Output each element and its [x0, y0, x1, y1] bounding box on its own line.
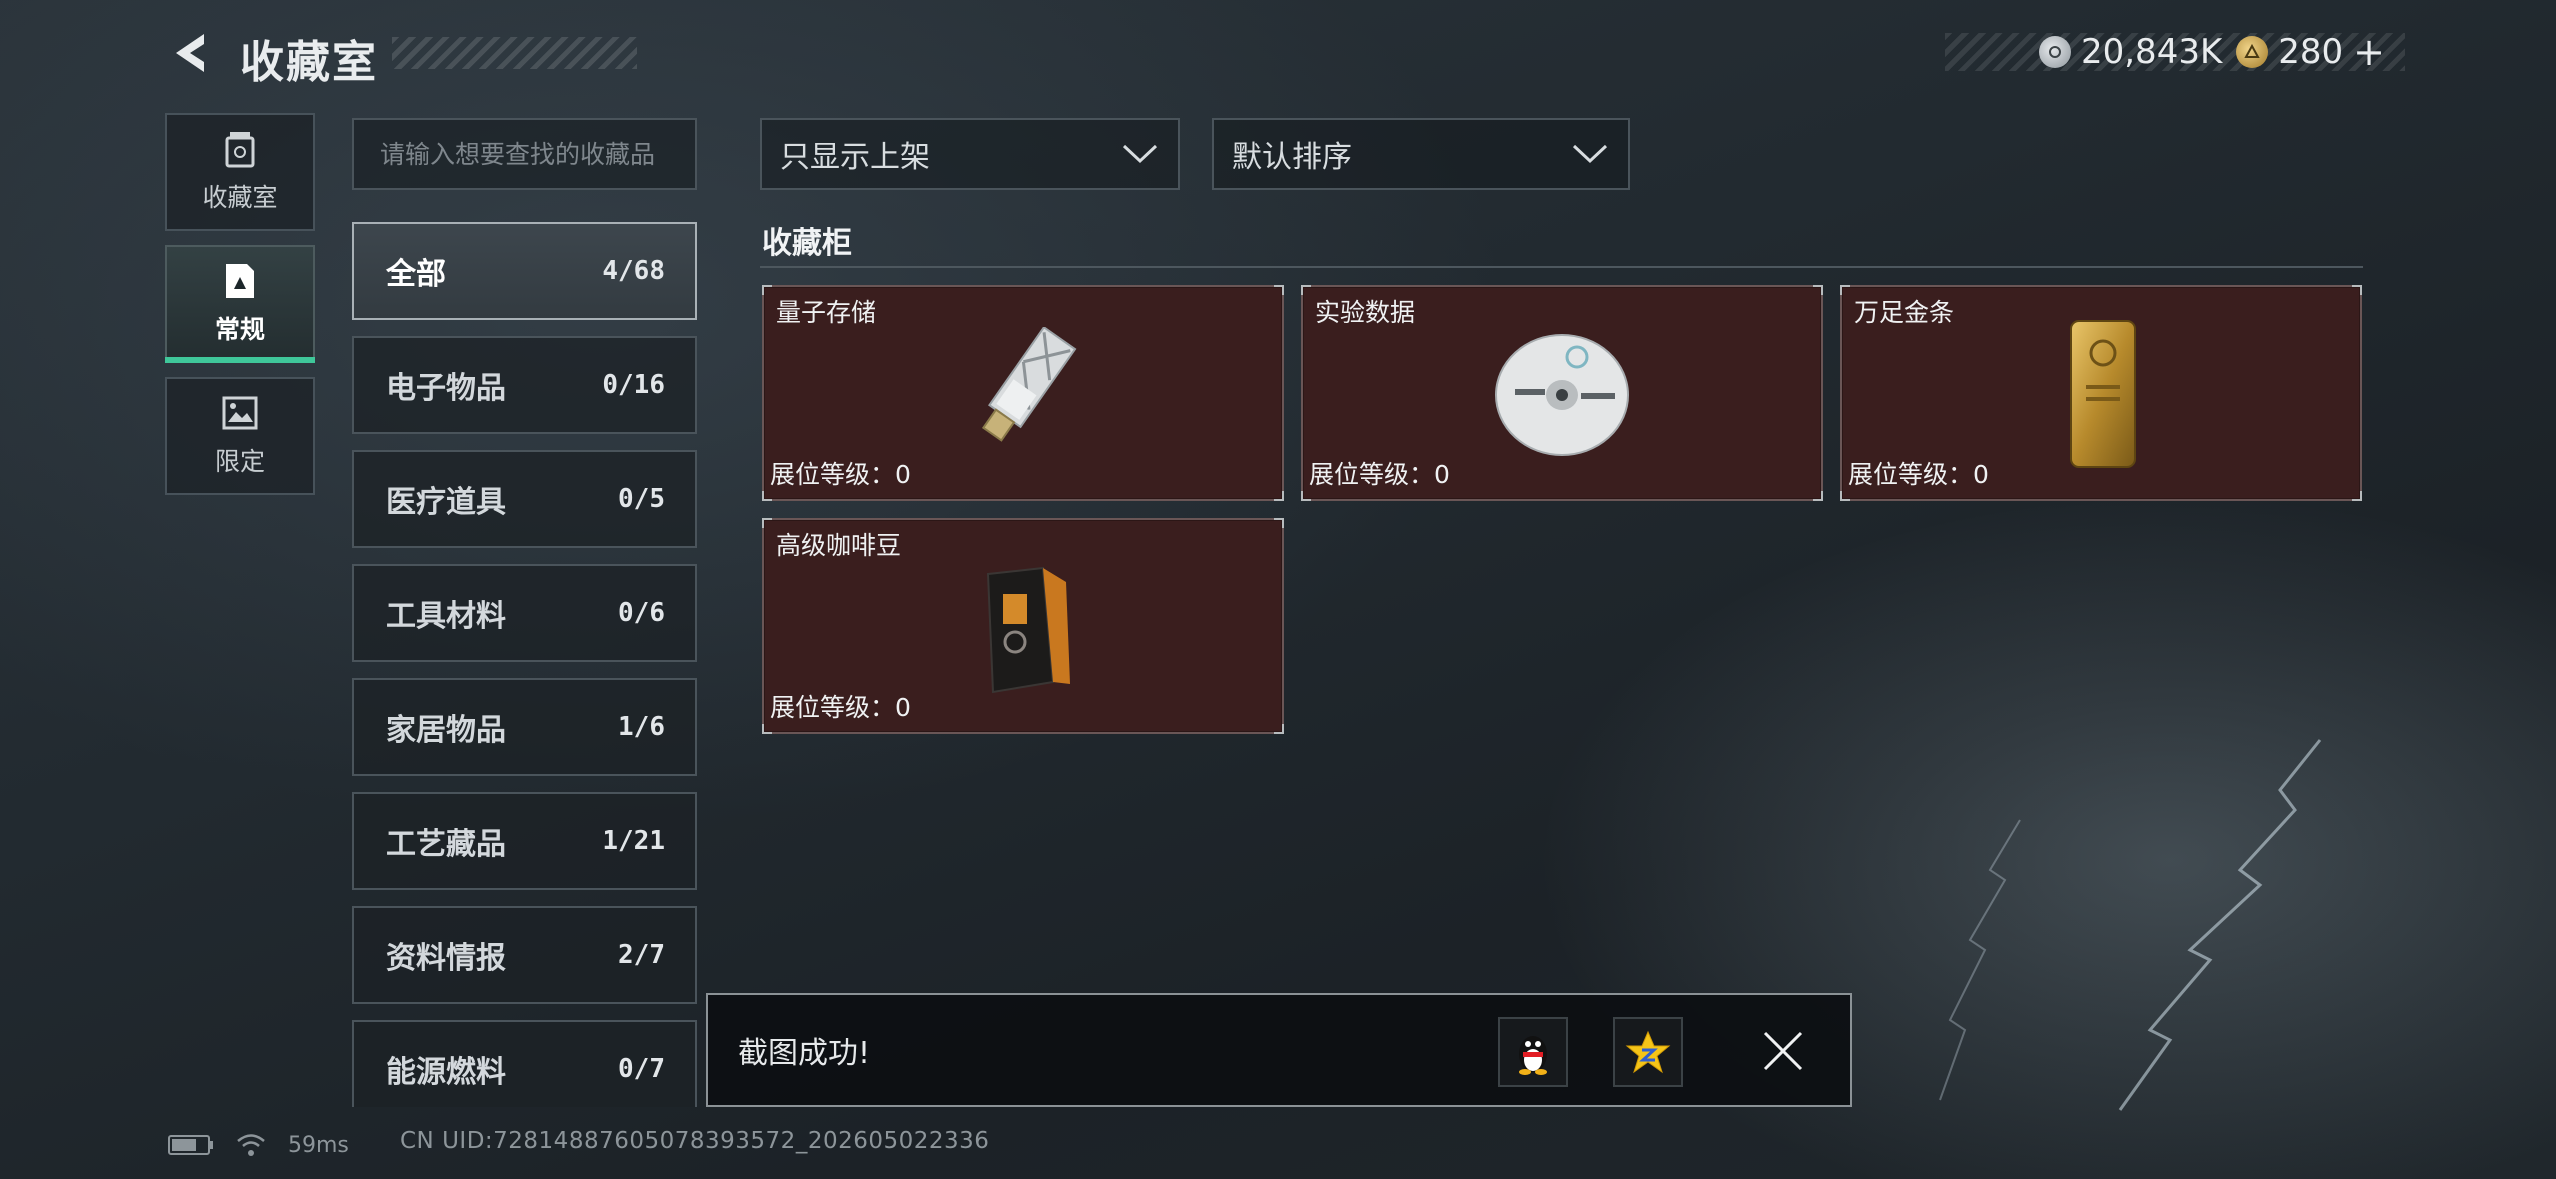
level-label: 展位等级：	[770, 693, 896, 722]
level-value: 0	[1434, 460, 1450, 489]
category-label: 电子物品	[386, 371, 506, 406]
category-label: 医疗道具	[386, 485, 506, 520]
coffee-bag-icon	[986, 566, 1070, 694]
item-level: 展位等级：0	[1848, 455, 1989, 491]
toast-message: 截图成功!	[738, 1036, 871, 1071]
tab-collection-room[interactable]: 收藏室	[165, 113, 315, 231]
silver-coin-icon	[2038, 36, 2071, 68]
category-crafts[interactable]: 工艺藏品 1/21	[352, 792, 697, 890]
item-card[interactable]: 实验数据 展位等级：0	[1301, 285, 1823, 501]
category-medical[interactable]: 医疗道具 0/5	[352, 450, 697, 548]
gold-coin-icon	[2236, 36, 2269, 68]
sort-dropdown[interactable]: 默认排序	[1212, 118, 1630, 190]
wifi-icon	[237, 1134, 265, 1156]
chevron-down-icon	[1122, 144, 1158, 164]
item-level: 展位等级：0	[1309, 455, 1450, 491]
category-all[interactable]: 全部 4/68	[352, 222, 697, 320]
category-tools[interactable]: 工具材料 0/6	[352, 564, 697, 662]
page-title: 收藏室	[240, 37, 378, 88]
search-input[interactable]	[380, 139, 695, 169]
category-list[interactable]: 全部 4/68 电子物品 0/16 医疗道具 0/5 工具材料 0/6 家居物品…	[352, 222, 697, 1107]
silver-currency: 20,843K	[2038, 32, 2223, 72]
chevron-down-icon	[1572, 144, 1608, 164]
category-count: 0/5	[618, 484, 665, 514]
level-value: 0	[895, 693, 911, 722]
dropdown-value: 默认排序	[1232, 140, 1352, 175]
active-tab-indicator	[165, 357, 315, 363]
share-qzone-button[interactable]	[1613, 1017, 1683, 1087]
item-card[interactable]: 万足金条 展位等级：0	[1840, 285, 2362, 501]
ping-value: 59ms	[288, 1132, 349, 1158]
trash-can-icon	[221, 130, 259, 168]
tab-regular[interactable]: 常规	[165, 245, 315, 363]
level-label: 展位等级：	[1309, 460, 1435, 489]
category-count: 1/6	[618, 712, 665, 742]
category-label: 资料情报	[386, 941, 506, 976]
section-divider	[760, 266, 2363, 268]
category-count: 1/21	[602, 826, 665, 856]
item-name: 实验数据	[1315, 298, 1416, 327]
category-count: 0/16	[602, 370, 665, 400]
category-count: 2/7	[618, 940, 665, 970]
level-label: 展位等级：	[1848, 460, 1974, 489]
title-decoration	[392, 37, 637, 69]
back-button[interactable]	[165, 28, 215, 78]
item-name: 万足金条	[1854, 298, 1955, 327]
item-card[interactable]: 高级咖啡豆 展位等级：0	[762, 518, 1284, 734]
category-count: 0/7	[618, 1054, 665, 1084]
gold-bar-icon	[2070, 320, 2136, 468]
category-label: 全部	[386, 257, 446, 292]
screenshot-toast: 截图成功!	[706, 993, 1852, 1107]
tab-limited[interactable]: 限定	[165, 377, 315, 495]
category-label: 工艺藏品	[386, 827, 506, 862]
search-box[interactable]	[352, 118, 697, 190]
category-label: 能源燃料	[386, 1055, 506, 1090]
battery-icon	[168, 1135, 213, 1155]
qzone-star-icon	[1625, 1030, 1671, 1074]
back-arrow-icon	[176, 34, 204, 72]
level-label: 展位等级：	[770, 460, 896, 489]
category-count: 4/68	[602, 256, 665, 286]
item-name: 高级咖啡豆	[776, 531, 902, 560]
category-count: 0/6	[618, 598, 665, 628]
item-name: 量子存储	[776, 298, 877, 327]
category-label: 家居物品	[386, 713, 506, 748]
user-uid: CN UID:72814887605078393572_202605022336	[400, 1128, 990, 1154]
section-title: 收藏柜	[762, 226, 852, 261]
tab-label: 常规	[214, 315, 265, 344]
status-bar: 59ms	[168, 1127, 349, 1163]
category-energy[interactable]: 能源燃料 0/7	[352, 1020, 697, 1107]
item-level: 展位等级：0	[770, 688, 911, 724]
category-intel[interactable]: 资料情报 2/7	[352, 906, 697, 1004]
tab-label: 限定	[214, 447, 265, 476]
close-toast-button[interactable]	[1754, 1022, 1812, 1080]
silver-amount: 20,843K	[2080, 32, 2223, 72]
item-card[interactable]: 量子存储 展位等级：0	[762, 285, 1284, 501]
category-label: 工具材料	[386, 599, 506, 634]
level-value: 0	[1973, 460, 1989, 489]
gold-currency[interactable]: 280 +	[2236, 30, 2385, 74]
currency-bar: 20,843K 280 +	[1945, 30, 2405, 74]
category-household[interactable]: 家居物品 1/6	[352, 678, 697, 776]
add-currency-icon[interactable]: +	[2353, 30, 2385, 74]
dropdown-value: 只显示上架	[780, 140, 930, 175]
image-icon	[221, 394, 259, 432]
usb-drive-icon	[981, 327, 1077, 442]
close-icon	[1763, 1031, 1803, 1071]
shelf-filter-dropdown[interactable]: 只显示上架	[760, 118, 1180, 190]
tab-label: 收藏室	[202, 183, 278, 212]
document-icon	[221, 262, 259, 300]
level-value: 0	[895, 460, 911, 489]
qq-penguin-icon	[1519, 1036, 1547, 1075]
gold-amount: 280	[2278, 32, 2344, 72]
item-level: 展位等级：0	[770, 455, 911, 491]
share-qq-button[interactable]	[1498, 1017, 1568, 1087]
disc-icon	[1495, 334, 1629, 456]
category-electronics[interactable]: 电子物品 0/16	[352, 336, 697, 434]
